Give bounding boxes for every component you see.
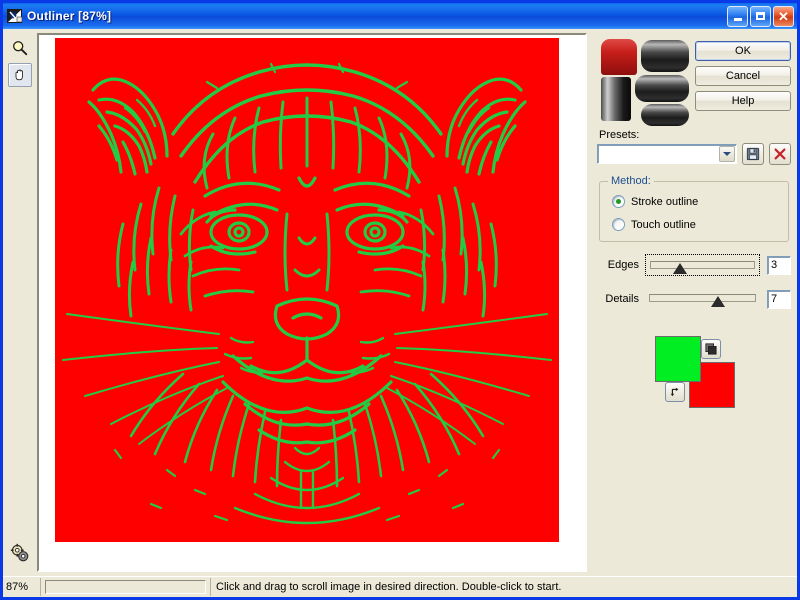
window-controls: ✕ xyxy=(727,6,795,27)
cancel-button[interactable]: Cancel xyxy=(695,66,791,86)
radio-stroke-outline-button[interactable] xyxy=(612,195,625,208)
chevron-down-glyph xyxy=(723,152,731,156)
preview-panel[interactable] xyxy=(37,33,587,572)
preview-toolstrip xyxy=(3,29,37,576)
method-group-title: Method: xyxy=(608,175,654,187)
chevron-down-icon[interactable] xyxy=(719,146,735,162)
foreground-color-swatch[interactable] xyxy=(655,336,701,382)
dialog-buttons: OK Cancel Help xyxy=(695,41,791,111)
logo-black-block xyxy=(601,77,631,121)
swap-colors-button[interactable] xyxy=(665,382,685,402)
radio-touch-outline-button[interactable] xyxy=(612,218,625,231)
app-icon xyxy=(7,8,23,24)
progress-bar xyxy=(45,580,206,594)
zoom-tool-button[interactable] xyxy=(8,36,32,60)
material-style-icon xyxy=(705,343,717,355)
paint-shop-logo-icon xyxy=(601,39,689,121)
presets-label: Presets: xyxy=(599,129,791,141)
minimize-icon xyxy=(734,18,742,21)
details-label: Details xyxy=(597,293,639,305)
ok-button[interactable]: OK xyxy=(695,41,791,61)
logo-red-block xyxy=(601,39,637,75)
dialog-client-area: OK Cancel Help Presets: xyxy=(3,29,797,597)
edges-value[interactable]: 3 xyxy=(767,256,791,275)
method-groupbox: Method: Stroke outline Touch outline xyxy=(599,181,789,242)
status-hint: Click and drag to scroll image in desire… xyxy=(211,581,797,593)
radio-touch-outline[interactable]: Touch outline xyxy=(612,218,780,231)
preview-image[interactable] xyxy=(55,38,559,542)
settings-tool-button[interactable] xyxy=(8,541,32,565)
magnifier-icon xyxy=(11,39,29,57)
red-x-delete-icon xyxy=(773,147,787,161)
edges-slider-thumb[interactable] xyxy=(673,263,687,274)
details-slider-track xyxy=(649,294,756,302)
presets-row xyxy=(597,143,791,165)
close-button[interactable]: ✕ xyxy=(773,6,794,27)
preview-scroll-area[interactable] xyxy=(39,35,585,570)
outliner-dialog-window: Outliner [87%] ✕ xyxy=(0,0,800,600)
material-style-button[interactable] xyxy=(701,339,721,359)
details-slider-row: Details 7 xyxy=(597,288,791,310)
minimize-button[interactable] xyxy=(727,6,748,27)
status-progress-cell xyxy=(41,578,211,596)
swap-colors-icon xyxy=(669,386,681,398)
radio-selected-dot xyxy=(616,199,621,204)
edges-slider-row: Edges 3 xyxy=(597,254,791,276)
hand-icon xyxy=(12,67,28,83)
logo-and-buttons-row: OK Cancel Help xyxy=(597,35,791,121)
maximize-icon xyxy=(756,12,765,20)
logo-bar-middle xyxy=(635,75,689,102)
pan-tool-button[interactable] xyxy=(8,63,32,87)
status-bar: 87% Click and drag to scroll image in de… xyxy=(3,576,797,597)
radio-stroke-outline[interactable]: Stroke outline xyxy=(612,195,780,208)
status-zoom: 87% xyxy=(3,578,41,596)
edges-label: Edges xyxy=(597,259,639,271)
gear-icon xyxy=(9,542,31,564)
delete-preset-button[interactable] xyxy=(769,143,791,165)
presets-combobox[interactable] xyxy=(597,144,737,164)
settings-panel: OK Cancel Help Presets: xyxy=(593,29,797,576)
edges-slider[interactable] xyxy=(645,254,760,276)
dialog-upper-area: OK Cancel Help Presets: xyxy=(3,29,797,576)
details-value[interactable]: 7 xyxy=(767,290,791,309)
logo-bar-top xyxy=(641,40,689,72)
title-bar[interactable]: Outliner [87%] ✕ xyxy=(3,3,797,29)
details-slider-thumb[interactable] xyxy=(711,296,725,307)
radio-stroke-outline-label: Stroke outline xyxy=(631,196,698,208)
floppy-save-icon xyxy=(746,147,760,161)
details-slider[interactable] xyxy=(645,288,760,310)
window-title: Outliner [87%] xyxy=(27,9,111,23)
tiger-outline-graphic xyxy=(55,38,559,542)
maximize-button[interactable] xyxy=(750,6,771,27)
close-icon: ✕ xyxy=(778,10,789,23)
save-preset-button[interactable] xyxy=(742,143,764,165)
color-swatches xyxy=(655,336,745,408)
radio-touch-outline-label: Touch outline xyxy=(631,219,696,231)
help-button[interactable]: Help xyxy=(695,91,791,111)
edges-slider-track xyxy=(650,261,755,269)
logo-bar-bottom xyxy=(641,104,689,126)
